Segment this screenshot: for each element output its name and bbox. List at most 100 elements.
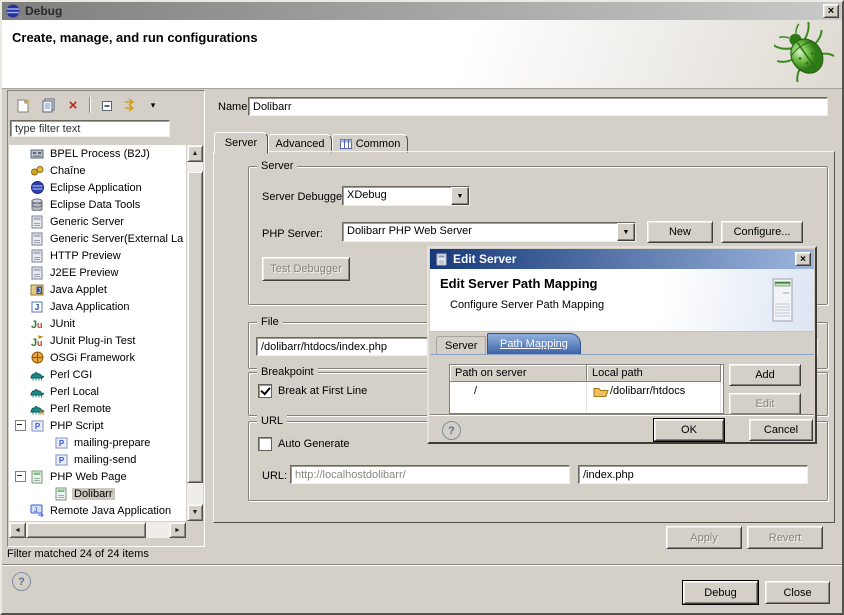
server-debugger-label: Server Debugger: [262, 191, 349, 203]
server-icon [435, 252, 447, 266]
collapse-all-icon[interactable] [98, 96, 116, 114]
tab-server[interactable]: Server [214, 132, 268, 154]
new-config-icon[interactable] [14, 96, 32, 114]
php-server-select[interactable]: Dolibarr PHP Web Server ▼ [342, 222, 636, 242]
table-row[interactable]: / /dolibarr/htdocs [450, 382, 723, 399]
tree-item-remote-java-application[interactable]: JRemote Java Application [9, 502, 186, 519]
filter-menu-arrow-icon[interactable]: ▾ [148, 96, 158, 114]
delete-config-icon[interactable]: × [64, 96, 82, 114]
close-button[interactable]: Close [765, 581, 830, 604]
dialog-header: Edit Server Path Mapping Configure Serve… [430, 269, 814, 332]
tree-item-mailing-prepare[interactable]: Pmailing-prepare [9, 434, 186, 451]
column-header-path-on-server[interactable]: Path on server [450, 365, 587, 382]
svg-text:J: J [35, 302, 40, 312]
tree-item-j2ee-preview[interactable]: J2EE Preview [9, 264, 186, 281]
filter-icon[interactable] [123, 96, 141, 114]
junit-plugin-icon: Ju [29, 333, 45, 349]
tree-item-osgi-framework[interactable]: OSGi Framework [9, 349, 186, 366]
tree-item-perl-remote[interactable]: RPerl Remote [9, 400, 186, 417]
revert-button[interactable]: Revert [747, 526, 823, 549]
tree-item-chaine[interactable]: Chaîne [9, 162, 186, 179]
svg-text:R: R [40, 410, 45, 415]
configurations-tree: BPEL Process (B2J) Chaîne Eclipse Applic… [9, 145, 186, 521]
scroll-up-icon[interactable]: ▲ [187, 145, 203, 162]
break-first-line-row: Break at First Line [258, 384, 367, 398]
tree-item-php-script[interactable]: PPHP Script [9, 417, 186, 434]
svg-text:u: u [37, 338, 43, 347]
php-server-icon [53, 486, 69, 502]
break-first-line-label: Break at First Line [278, 385, 367, 397]
tree-item-eclipse-data-tools[interactable]: Eclipse Data Tools [9, 196, 186, 213]
tree-item-php-web-page[interactable]: PHP Web Page [9, 468, 186, 485]
configure-server-button[interactable]: Configure... [721, 221, 803, 243]
dialog-subheading: Configure Server Path Mapping [450, 299, 604, 311]
tree-horizontal-scrollbar[interactable]: ◄ ► [9, 522, 186, 538]
tree-item-generic-server[interactable]: Generic Server [9, 213, 186, 230]
bpel-process-icon [29, 146, 45, 162]
name-input[interactable]: Dolibarr [248, 97, 828, 116]
horizontal-scroll-thumb[interactable] [26, 522, 146, 538]
url-group-legend: URL [257, 415, 287, 427]
path-mapping-table: Path on server Local path / /dolibarr/ht… [449, 364, 724, 414]
ok-button[interactable]: OK [654, 419, 724, 441]
tree-item-java-applet[interactable]: JJava Applet [9, 281, 186, 298]
window-close-button[interactable]: × [823, 4, 839, 18]
debug-button[interactable]: Debug [683, 581, 758, 604]
base-url-input[interactable]: http://localhostdolibarr/ [290, 465, 570, 484]
tree-item-dolibarr[interactable]: Dolibarr [9, 485, 186, 502]
java-applet-icon: J [29, 282, 45, 298]
php-script-icon: P [29, 418, 45, 434]
banner-title: Create, manage, and run configurations [12, 30, 258, 45]
dialog-help-icon[interactable]: ? [442, 421, 461, 440]
dialog-tab-server[interactable]: Server [436, 336, 486, 354]
add-mapping-button[interactable]: Add [729, 364, 801, 386]
camel-remote-icon: R [29, 401, 45, 417]
vertical-scroll-thumb[interactable] [187, 171, 203, 483]
server-icon [29, 265, 45, 281]
collapse-expander-icon[interactable] [15, 420, 26, 431]
column-header-local-path[interactable]: Local path [587, 365, 721, 382]
footer-separator [0, 564, 844, 566]
tree-item-eclipse-application[interactable]: Eclipse Application [9, 179, 186, 196]
edit-mapping-button[interactable]: Edit [729, 393, 801, 415]
scroll-right-icon[interactable]: ► [169, 522, 186, 538]
tree-item-bpel-process[interactable]: BPEL Process (B2J) [9, 145, 186, 162]
tree-vertical-scrollbar[interactable]: ▲ ▼ [187, 145, 203, 521]
duplicate-config-icon[interactable] [39, 96, 57, 114]
scroll-left-icon[interactable]: ◄ [9, 522, 26, 538]
url-path-input[interactable]: /index.php [578, 465, 808, 484]
tree-item-http-preview[interactable]: HTTP Preview [9, 247, 186, 264]
auto-generate-checkbox[interactable] [258, 437, 272, 451]
apply-button[interactable]: Apply [666, 526, 742, 549]
chevron-down-icon[interactable]: ▼ [617, 223, 635, 241]
server-debugger-select[interactable]: XDebug ▼ [342, 186, 470, 206]
path-on-server-cell: / [450, 382, 587, 399]
eclipse-logo-icon [5, 3, 21, 19]
server-icon [29, 214, 45, 230]
scroll-down-icon[interactable]: ▼ [187, 504, 203, 521]
server-group-legend: Server [257, 160, 297, 172]
new-server-button[interactable]: New [647, 221, 713, 243]
tree-item-mailing-send[interactable]: Pmailing-send [9, 451, 186, 468]
dialog-close-button[interactable]: × [795, 252, 811, 266]
collapse-expander-icon[interactable] [15, 471, 26, 482]
tree-item-java-application[interactable]: JJava Application [9, 298, 186, 315]
break-first-line-checkbox[interactable] [258, 384, 272, 398]
cancel-button[interactable]: Cancel [749, 419, 813, 441]
server-icon [29, 231, 45, 247]
table-icon [340, 139, 352, 149]
tree-item-perl-cgi[interactable]: Perl CGI [9, 366, 186, 383]
dialog-heading: Edit Server Path Mapping [440, 276, 597, 291]
help-icon[interactable]: ? [12, 572, 31, 591]
chevron-down-icon[interactable]: ▼ [451, 187, 469, 205]
name-label: Name: [218, 101, 250, 113]
test-debugger-button[interactable]: Test Debugger [262, 257, 350, 281]
tree-item-junit[interactable]: JuJUnit [9, 315, 186, 332]
auto-generate-row: Auto Generate [258, 437, 350, 451]
tree-item-generic-server-external[interactable]: Generic Server(External La [9, 230, 186, 247]
dialog-tab-path-mapping[interactable]: Path Mapping [487, 333, 581, 354]
tree-item-junit-plugin-test[interactable]: JuJUnit Plug-in Test [9, 332, 186, 349]
filter-input[interactable]: type filter text [10, 120, 170, 137]
beetle-debug-icon [774, 22, 834, 85]
tree-item-perl-local[interactable]: Perl Local [9, 383, 186, 400]
